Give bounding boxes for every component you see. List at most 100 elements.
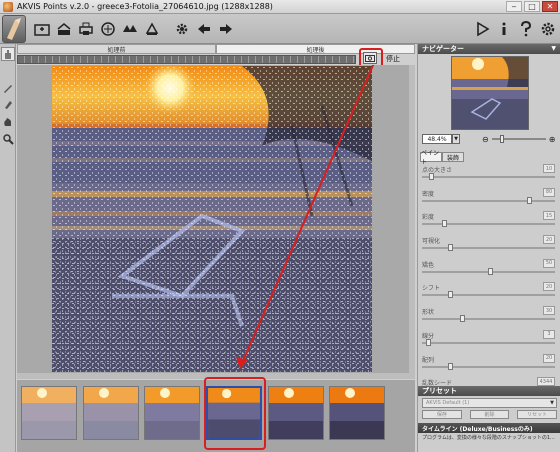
paint-parameters: 点の大きさ 10 密度 80 彩度 15 可視化 20 矯色 50 シフト 20 形状 30 … bbox=[420, 163, 559, 400]
param-slider[interactable] bbox=[422, 341, 555, 344]
param-label: 矯色 bbox=[422, 261, 435, 269]
batch-icon[interactable] bbox=[120, 19, 140, 39]
navigator-header[interactable]: ナビゲーター ▼ bbox=[418, 44, 560, 54]
param-value[interactable]: 15 bbox=[543, 211, 555, 221]
param-value[interactable]: 80 bbox=[543, 187, 555, 197]
save-icon[interactable] bbox=[54, 19, 74, 39]
timeline-thumb-2[interactable] bbox=[83, 386, 139, 440]
app-icon bbox=[3, 1, 13, 12]
param-slider-thumb[interactable] bbox=[527, 196, 532, 204]
param-row: 可視化 20 bbox=[420, 234, 559, 258]
param-row: 形状 30 bbox=[420, 305, 559, 329]
vertical-scrollbar[interactable] bbox=[409, 65, 415, 375]
param-value[interactable]: 20 bbox=[543, 235, 555, 245]
open-icon[interactable] bbox=[32, 19, 52, 39]
collapse-chevron-icon[interactable]: ▼ bbox=[551, 45, 556, 52]
chevron-down-icon: ▼ bbox=[550, 400, 554, 406]
zoom-tool-icon[interactable] bbox=[1, 132, 15, 146]
timeline-thumb-5[interactable] bbox=[268, 386, 324, 440]
close-button[interactable]: ✕ bbox=[542, 1, 558, 12]
presets-header: プリセット bbox=[418, 386, 560, 396]
param-slider-thumb[interactable] bbox=[429, 173, 434, 180]
param-slider[interactable] bbox=[422, 318, 555, 321]
param-slider[interactable] bbox=[422, 176, 555, 178]
window-title: AKVIS Points v.2.0 - greece3-Fotolia_270… bbox=[17, 2, 273, 11]
zoom-out-icon[interactable]: ⊖ bbox=[482, 135, 489, 144]
zoom-slider[interactable] bbox=[491, 135, 546, 143]
param-slider[interactable] bbox=[422, 365, 555, 368]
annotation-arrow bbox=[236, 65, 375, 369]
param-slider-thumb[interactable] bbox=[426, 338, 431, 346]
tab-after[interactable]: 処理後 bbox=[216, 44, 415, 54]
title-bar: AKVIS Points v.2.0 - greece3-Fotolia_270… bbox=[0, 0, 560, 14]
zoom-slider-thumb[interactable] bbox=[499, 135, 504, 143]
param-label: 可視化 bbox=[422, 238, 441, 246]
settings-gear-icon[interactable] bbox=[172, 19, 192, 39]
tab-decoration[interactable]: 装飾 bbox=[442, 152, 464, 162]
zoom-dropdown-arrow-icon[interactable]: ▼ bbox=[452, 134, 460, 144]
forward-arrow-icon[interactable] bbox=[216, 19, 236, 39]
timeline-description: プログラムは、変換の様々な段階のスナップショットの1... bbox=[422, 435, 555, 441]
hand-tool-icon[interactable] bbox=[1, 47, 15, 61]
tab-before[interactable]: 処理前 bbox=[17, 44, 216, 54]
param-row: 密度 80 bbox=[420, 187, 559, 211]
param-slider[interactable] bbox=[422, 199, 555, 202]
param-slider-thumb[interactable] bbox=[488, 267, 493, 275]
param-row: 配列 20 bbox=[420, 353, 559, 377]
canvas-area bbox=[17, 65, 415, 375]
help-icon[interactable] bbox=[516, 19, 536, 39]
param-value[interactable]: 3 bbox=[543, 329, 555, 339]
param-value[interactable]: 30 bbox=[543, 306, 555, 316]
param-slider[interactable] bbox=[422, 247, 555, 250]
preset-select[interactable]: AKVIS Default (1) ▼ bbox=[422, 398, 557, 408]
timeline-thumb-3[interactable] bbox=[144, 386, 200, 440]
param-slider-thumb[interactable] bbox=[448, 244, 453, 252]
param-value[interactable]: 20 bbox=[543, 353, 555, 363]
maximize-button[interactable]: □ bbox=[524, 1, 540, 12]
tab-paint[interactable]: ペイント bbox=[420, 150, 442, 166]
pan-tool-icon[interactable] bbox=[1, 115, 15, 129]
zoom-value-field[interactable]: 48.4% bbox=[422, 134, 452, 144]
delete-preset-button[interactable]: 削除 bbox=[469, 410, 510, 419]
presets-section: プリセット AKVIS Default (1) ▼ 保存 削除 リセット タイムラ… bbox=[418, 386, 560, 444]
param-slider[interactable] bbox=[422, 294, 555, 297]
param-slider-thumb[interactable] bbox=[460, 315, 465, 323]
brush-tool-icon[interactable] bbox=[1, 98, 15, 112]
param-slider-thumb[interactable] bbox=[448, 362, 453, 370]
param-value[interactable]: 20 bbox=[543, 282, 555, 292]
run-icon[interactable] bbox=[472, 19, 492, 39]
param-slider-thumb[interactable] bbox=[442, 220, 447, 228]
info-icon[interactable] bbox=[494, 19, 514, 39]
param-value[interactable]: 10 bbox=[543, 164, 555, 173]
presets-title: プリセット bbox=[422, 387, 457, 395]
window-controls: ‒ □ ✕ bbox=[506, 1, 558, 12]
minimize-button[interactable]: ‒ bbox=[506, 1, 522, 12]
param-label: シフト bbox=[422, 285, 441, 293]
param-slider-thumb[interactable] bbox=[448, 291, 453, 299]
zoom-in-icon[interactable]: ⊕ bbox=[549, 135, 556, 144]
param-row: シフト 20 bbox=[420, 281, 559, 305]
print-icon[interactable] bbox=[76, 19, 96, 39]
navigator-preview[interactable] bbox=[451, 56, 529, 130]
preferences-icon[interactable] bbox=[538, 19, 558, 39]
param-value[interactable]: 4344 bbox=[537, 377, 555, 387]
navigator-title: ナビゲーター bbox=[422, 45, 464, 53]
back-arrow-icon[interactable] bbox=[194, 19, 214, 39]
right-panel: ナビゲーター ▼ 48.4% ▼ ⊖ ⊕ ペイント 装飾 点の大きさ 10 密度 8… bbox=[417, 44, 560, 452]
blank-tool[interactable] bbox=[1, 64, 15, 78]
save-preset-button[interactable]: 保存 bbox=[422, 410, 462, 419]
param-label: 彩度 bbox=[422, 214, 435, 222]
param-value[interactable]: 50 bbox=[543, 258, 555, 268]
param-label: 密度 bbox=[422, 190, 435, 198]
zoom-controls: 48.4% ▼ ⊖ ⊕ bbox=[418, 133, 560, 145]
timeline-thumb-6[interactable] bbox=[329, 386, 385, 440]
share-icon[interactable] bbox=[98, 19, 118, 39]
reset-preset-button[interactable]: リセット bbox=[517, 410, 558, 419]
pencil-tool-icon[interactable] bbox=[1, 81, 15, 95]
param-row: 彩度 15 bbox=[420, 210, 559, 234]
batch-process-icon[interactable] bbox=[142, 19, 162, 39]
left-toolbar bbox=[0, 44, 16, 452]
timeline-thumb-1[interactable] bbox=[21, 386, 77, 440]
stop-button[interactable]: 停止 bbox=[381, 54, 405, 64]
settings-tabs: ペイント 装飾 bbox=[420, 150, 464, 166]
